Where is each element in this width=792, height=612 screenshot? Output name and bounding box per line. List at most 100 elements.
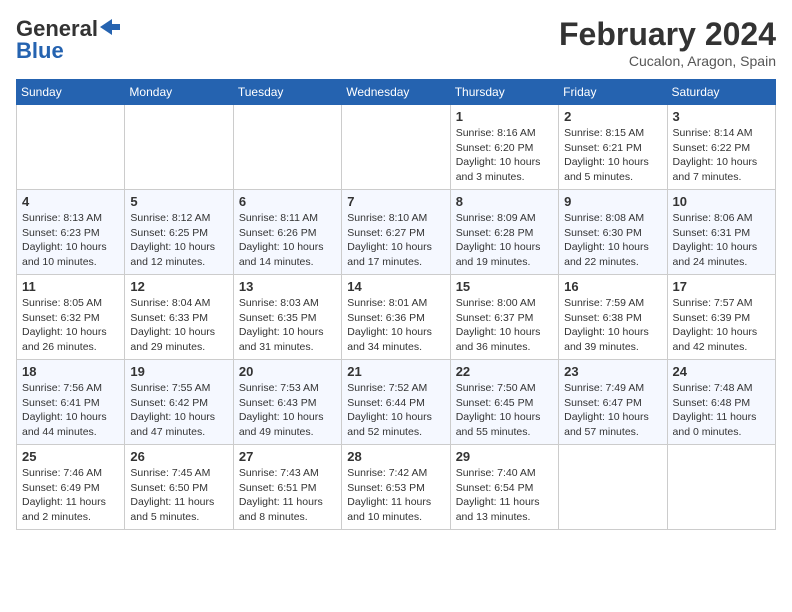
day-info: Sunrise: 7:53 AMSunset: 6:43 PMDaylight:… [239,381,336,440]
calendar-cell: 27Sunrise: 7:43 AMSunset: 6:51 PMDayligh… [233,445,341,530]
day-info: Sunrise: 8:04 AMSunset: 6:33 PMDaylight:… [130,296,227,355]
day-number: 22 [456,364,553,379]
calendar-cell [125,105,233,190]
calendar-cell: 10Sunrise: 8:06 AMSunset: 6:31 PMDayligh… [667,190,775,275]
day-number: 17 [673,279,770,294]
day-number: 29 [456,449,553,464]
calendar-week-row: 11 Sunrise: 8:05 AMSunset: 6:32 PMDayligh… [17,275,776,360]
day-number: 27 [239,449,336,464]
calendar-cell: 12 Sunrise: 8:04 AMSunset: 6:33 PMDayligh… [125,275,233,360]
calendar-cell [233,105,341,190]
day-info: Sunrise: 8:11 AMSunset: 6:26 PMDaylight:… [239,211,336,270]
day-number: 11 [22,279,119,294]
day-number: 7 [347,194,444,209]
day-number: 23 [564,364,661,379]
calendar-cell: 23 Sunrise: 7:49 AMSunset: 6:47 PMDayligh… [559,360,667,445]
calendar-cell: 11 Sunrise: 8:05 AMSunset: 6:32 PMDayligh… [17,275,125,360]
day-number: 20 [239,364,336,379]
day-header-saturday: Saturday [667,80,775,105]
calendar-cell [342,105,450,190]
day-number: 28 [347,449,444,464]
calendar-cell: 4 Sunrise: 8:13 AMSunset: 6:23 PMDaylight… [17,190,125,275]
calendar-cell: 14 Sunrise: 8:01 AMSunset: 6:36 PMDayligh… [342,275,450,360]
logo-blue: Blue [16,38,64,64]
day-number: 4 [22,194,119,209]
calendar-table: SundayMondayTuesdayWednesdayThursdayFrid… [16,79,776,530]
day-info: Sunrise: 8:09 AMSunset: 6:28 PMDaylight:… [456,211,553,270]
calendar-week-row: 25Sunrise: 7:46 AMSunset: 6:49 PMDayligh… [17,445,776,530]
day-header-friday: Friday [559,80,667,105]
calendar-cell: 6 Sunrise: 8:11 AMSunset: 6:26 PMDaylight… [233,190,341,275]
day-info: Sunrise: 7:42 AMSunset: 6:53 PMDaylight:… [347,466,444,525]
calendar-cell: 25Sunrise: 7:46 AMSunset: 6:49 PMDayligh… [17,445,125,530]
day-number: 16 [564,279,661,294]
day-info: Sunrise: 7:49 AMSunset: 6:47 PMDaylight:… [564,381,661,440]
calendar-week-row: 18Sunrise: 7:56 AMSunset: 6:41 PMDayligh… [17,360,776,445]
page-header: General Blue February 2024 Cucalon, Arag… [16,16,776,69]
day-number: 12 [130,279,227,294]
day-number: 2 [564,109,661,124]
day-info: Sunrise: 8:00 AMSunset: 6:37 PMDaylight:… [456,296,553,355]
calendar-cell: 1 Sunrise: 8:16 AMSunset: 6:20 PMDaylight… [450,105,558,190]
day-header-sunday: Sunday [17,80,125,105]
calendar-cell: 18Sunrise: 7:56 AMSunset: 6:41 PMDayligh… [17,360,125,445]
title-block: February 2024 Cucalon, Aragon, Spain [559,16,776,69]
day-number: 8 [456,194,553,209]
day-info: Sunrise: 8:14 AMSunset: 6:22 PMDaylight:… [673,126,770,185]
day-info: Sunrise: 7:59 AMSunset: 6:38 PMDaylight:… [564,296,661,355]
day-info: Sunrise: 8:10 AMSunset: 6:27 PMDaylight:… [347,211,444,270]
day-number: 10 [673,194,770,209]
day-number: 14 [347,279,444,294]
day-header-tuesday: Tuesday [233,80,341,105]
day-info: Sunrise: 7:57 AMSunset: 6:39 PMDaylight:… [673,296,770,355]
day-info: Sunrise: 8:03 AMSunset: 6:35 PMDaylight:… [239,296,336,355]
day-header-thursday: Thursday [450,80,558,105]
day-number: 3 [673,109,770,124]
day-info: Sunrise: 8:08 AMSunset: 6:30 PMDaylight:… [564,211,661,270]
day-info: Sunrise: 7:46 AMSunset: 6:49 PMDaylight:… [22,466,119,525]
day-info: Sunrise: 8:15 AMSunset: 6:21 PMDaylight:… [564,126,661,185]
logo-arrow-icon [100,19,120,35]
day-number: 24 [673,364,770,379]
day-info: Sunrise: 7:40 AMSunset: 6:54 PMDaylight:… [456,466,553,525]
calendar-cell: 5 Sunrise: 8:12 AMSunset: 6:25 PMDaylight… [125,190,233,275]
calendar-cell [559,445,667,530]
day-number: 1 [456,109,553,124]
calendar-header-row: SundayMondayTuesdayWednesdayThursdayFrid… [17,80,776,105]
day-number: 26 [130,449,227,464]
calendar-cell: 29 Sunrise: 7:40 AMSunset: 6:54 PMDayligh… [450,445,558,530]
calendar-week-row: 1 Sunrise: 8:16 AMSunset: 6:20 PMDaylight… [17,105,776,190]
calendar-cell: 28 Sunrise: 7:42 AMSunset: 6:53 PMDayligh… [342,445,450,530]
day-info: Sunrise: 8:13 AMSunset: 6:23 PMDaylight:… [22,211,119,270]
calendar-cell: 8 Sunrise: 8:09 AMSunset: 6:28 PMDaylight… [450,190,558,275]
subtitle: Cucalon, Aragon, Spain [559,53,776,69]
day-info: Sunrise: 7:56 AMSunset: 6:41 PMDaylight:… [22,381,119,440]
main-title: February 2024 [559,16,776,53]
day-info: Sunrise: 8:12 AMSunset: 6:25 PMDaylight:… [130,211,227,270]
calendar-cell: 19Sunrise: 7:55 AMSunset: 6:42 PMDayligh… [125,360,233,445]
calendar-cell: 16 Sunrise: 7:59 AMSunset: 6:38 PMDayligh… [559,275,667,360]
calendar-cell: 17 Sunrise: 7:57 AMSunset: 6:39 PMDayligh… [667,275,775,360]
day-number: 5 [130,194,227,209]
calendar-cell: 20 Sunrise: 7:53 AMSunset: 6:43 PMDayligh… [233,360,341,445]
day-info: Sunrise: 8:05 AMSunset: 6:32 PMDaylight:… [22,296,119,355]
day-info: Sunrise: 8:01 AMSunset: 6:36 PMDaylight:… [347,296,444,355]
calendar-cell [667,445,775,530]
day-info: Sunrise: 7:50 AMSunset: 6:45 PMDaylight:… [456,381,553,440]
calendar-week-row: 4 Sunrise: 8:13 AMSunset: 6:23 PMDaylight… [17,190,776,275]
calendar-cell: 13 Sunrise: 8:03 AMSunset: 6:35 PMDayligh… [233,275,341,360]
day-number: 21 [347,364,444,379]
calendar-cell: 22 Sunrise: 7:50 AMSunset: 6:45 PMDayligh… [450,360,558,445]
day-info: Sunrise: 7:55 AMSunset: 6:42 PMDaylight:… [130,381,227,440]
logo: General Blue [16,16,120,64]
calendar-cell [17,105,125,190]
day-info: Sunrise: 8:16 AMSunset: 6:20 PMDaylight:… [456,126,553,185]
day-number: 9 [564,194,661,209]
day-header-monday: Monday [125,80,233,105]
day-number: 13 [239,279,336,294]
calendar-cell: 24Sunrise: 7:48 AMSunset: 6:48 PMDayligh… [667,360,775,445]
calendar-cell: 9 Sunrise: 8:08 AMSunset: 6:30 PMDaylight… [559,190,667,275]
calendar-cell: 2 Sunrise: 8:15 AMSunset: 6:21 PMDaylight… [559,105,667,190]
day-number: 6 [239,194,336,209]
day-info: Sunrise: 7:45 AMSunset: 6:50 PMDaylight:… [130,466,227,525]
